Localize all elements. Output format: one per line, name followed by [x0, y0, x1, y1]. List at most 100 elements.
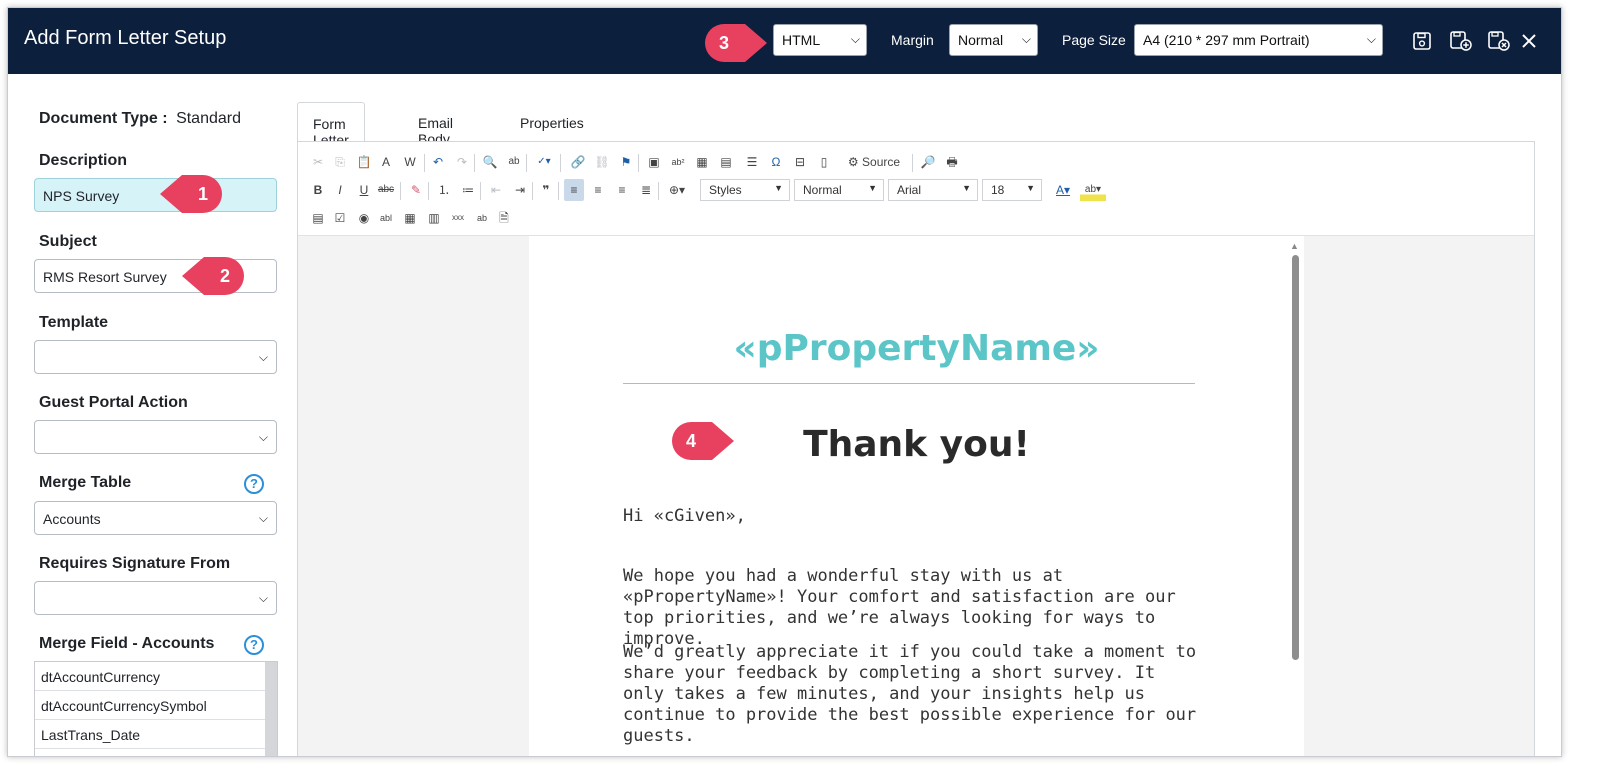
source-icon: ⚙	[847, 155, 859, 169]
divider	[623, 383, 1195, 384]
window-title: Add Form Letter Setup	[24, 27, 227, 49]
list-item[interactable]: dtAccountCurrencySymbol	[35, 691, 265, 720]
paste-text-icon[interactable]: A	[376, 151, 396, 173]
align-center-icon[interactable]: ≡	[588, 179, 608, 201]
chevron-down-icon: ⌵	[1021, 32, 1031, 46]
line-height-icon[interactable]: ☰	[742, 151, 762, 173]
list-item[interactable]: LastTrans_Date	[35, 720, 265, 749]
source-button[interactable]: ⚙ Source	[842, 151, 906, 173]
replace-icon[interactable]: ab	[504, 151, 524, 173]
editor-toolbar: ✂ ⎘ 📋 A W ↶ ↷ 🔍 ab ✓▾ 🔗 ⛓ ⚑ ▣ ab² ▦ ▤ ☰ …	[298, 142, 1534, 236]
template-icon[interactable]: ▯	[814, 151, 834, 173]
document-page[interactable]: «pPropertyName» Thank you! Hi «cGiven», …	[529, 236, 1304, 756]
language-icon[interactable]: ⊕▾	[664, 179, 690, 201]
button-field-icon[interactable]: ab	[472, 207, 492, 229]
help-icon[interactable]: ?	[244, 474, 264, 494]
bold-icon[interactable]: B	[308, 179, 328, 201]
callout-3: 3	[705, 24, 767, 62]
select-field-icon[interactable]: ▥	[424, 207, 444, 229]
bulleted-list-icon[interactable]: ≔	[458, 179, 478, 201]
paste-icon[interactable]: 📋	[354, 151, 374, 173]
find-icon[interactable]: 🔍	[480, 151, 500, 173]
chevron-down-icon: ▼	[868, 183, 877, 193]
unlink-icon[interactable]: ⛓	[592, 151, 612, 173]
blockquote-icon[interactable]: ❞	[536, 179, 556, 201]
tab-email-body[interactable]: Email Body	[403, 102, 468, 147]
text-color-icon[interactable]: A▾	[1050, 179, 1076, 201]
help-icon[interactable]: ?	[244, 635, 264, 655]
barcode-icon[interactable]: ab²	[668, 151, 688, 173]
page-size-select[interactable]: A4 (210 * 297 mm Portrait) ⌵	[1134, 24, 1383, 56]
page-break-icon[interactable]: ⊟	[790, 151, 810, 173]
property-name-heading: «pPropertyName»	[733, 328, 1100, 369]
save-as-new-icon[interactable]	[1448, 28, 1474, 54]
merge-table-select[interactable]: Accounts ⌵	[34, 501, 277, 535]
guest-portal-action-select[interactable]: ⌵	[34, 420, 277, 454]
form-letter-setup-window: Add Form Letter Setup 3 HTML ⌵ Margin No…	[7, 7, 1562, 757]
link-icon[interactable]: 🔗	[568, 151, 588, 173]
table-icon[interactable]: ▤	[716, 151, 736, 173]
save-and-close-icon[interactable]	[1486, 28, 1512, 54]
italic-icon[interactable]: I	[330, 179, 350, 201]
rich-text-editor: ✂ ⎘ 📋 A W ↶ ↷ 🔍 ab ✓▾ 🔗 ⛓ ⚑ ▣ ab² ▦ ▤ ☰ …	[297, 141, 1535, 756]
preview-icon[interactable]: 🔎	[918, 151, 938, 173]
font-dropdown[interactable]: Arial ▼	[888, 179, 978, 201]
align-left-icon[interactable]: ≡	[564, 179, 584, 201]
align-right-icon[interactable]: ≡	[612, 179, 632, 201]
close-icon[interactable]	[1516, 28, 1542, 54]
radio-icon[interactable]: ◉	[354, 207, 374, 229]
paragraph-1: We hope you had a wonderful stay with us…	[623, 566, 1176, 649]
font-size-dropdown[interactable]: 18 ▼	[982, 179, 1042, 201]
spellcheck-icon[interactable]: ✓▾	[534, 151, 554, 173]
copy-icon[interactable]: ⎘	[330, 151, 350, 173]
signature-icon[interactable]: 🗎	[494, 207, 514, 229]
editor-scrollbar[interactable]: ▲	[1289, 241, 1301, 756]
print-icon[interactable]: 🖶	[942, 151, 962, 173]
tab-form-letter[interactable]: Form Letter	[297, 102, 365, 148]
scrollbar[interactable]	[265, 662, 277, 756]
remove-format-icon[interactable]: ✎	[406, 179, 426, 201]
template-select[interactable]: ⌵	[34, 340, 277, 374]
scroll-up-icon[interactable]: ▲	[1290, 241, 1299, 251]
document-type-value: Standard	[176, 110, 241, 127]
chevron-down-icon: ⌵	[258, 350, 268, 364]
paragraph-2: We’d greatly appreciate it if you could …	[623, 642, 1197, 746]
special-char-icon[interactable]: Ω	[766, 151, 786, 173]
underline-icon[interactable]: U	[354, 179, 374, 201]
format-dropdown[interactable]: Normal ▼	[794, 179, 884, 201]
hidden-field-icon[interactable]: xxx	[448, 207, 468, 229]
callout-1: 1	[160, 175, 222, 213]
list-item[interactable]: dtAccountCurrency	[35, 662, 265, 691]
cut-icon[interactable]: ✂	[308, 151, 328, 173]
description-input[interactable]: NPS Survey	[34, 178, 277, 212]
styles-dropdown[interactable]: Styles ▼	[700, 179, 790, 201]
textarea-icon[interactable]: ▦	[400, 207, 420, 229]
format-select[interactable]: HTML ⌵	[773, 24, 867, 56]
redo-icon[interactable]: ↷	[452, 151, 472, 173]
requires-signature-label: Requires Signature From	[39, 555, 231, 572]
undo-icon[interactable]: ↶	[428, 151, 448, 173]
indent-icon[interactable]: ⇥	[510, 179, 530, 201]
numbered-list-icon[interactable]: ⒈	[434, 179, 454, 201]
margin-select[interactable]: Normal ⌵	[949, 24, 1038, 56]
margin-label: Margin	[891, 32, 934, 48]
highlight-color-icon[interactable]: ab▾	[1080, 179, 1106, 201]
scrollbar-thumb[interactable]	[1292, 255, 1299, 660]
tab-properties[interactable]: Properties	[505, 102, 599, 142]
chevron-down-icon: ▼	[774, 183, 783, 193]
image-icon[interactable]: ▣	[644, 151, 664, 173]
subject-label: Subject	[39, 233, 97, 250]
paste-word-icon[interactable]: W	[400, 151, 420, 173]
chevron-down-icon: ⌵	[258, 591, 268, 605]
align-justify-icon[interactable]: ≣	[636, 179, 656, 201]
requires-signature-select[interactable]: ⌵	[34, 581, 277, 615]
checkbox-icon[interactable]: ☑	[330, 207, 350, 229]
chevron-down-icon: ▼	[1026, 183, 1035, 193]
text-field-icon[interactable]: abl	[376, 207, 396, 229]
image-block-icon[interactable]: ▦	[692, 151, 712, 173]
outdent-icon[interactable]: ⇤	[486, 179, 506, 201]
save-icon[interactable]	[1409, 28, 1435, 54]
strikethrough-icon[interactable]: abc	[376, 179, 396, 201]
form-icon[interactable]: ▤	[308, 207, 328, 229]
anchor-flag-icon[interactable]: ⚑	[616, 151, 636, 173]
